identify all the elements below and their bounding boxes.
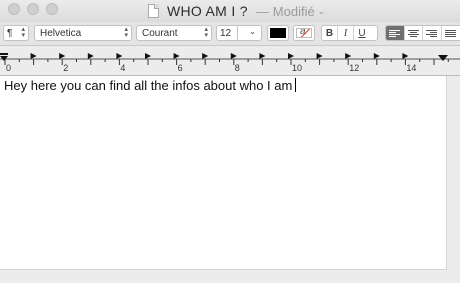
text-color-swatch <box>270 28 286 38</box>
document-text: Hey here you can find all the infos abou… <box>4 78 293 93</box>
text-format-group: B I U <box>321 25 378 41</box>
ruler-label: 12 <box>349 63 359 73</box>
first-line-indent-marker <box>0 53 8 55</box>
bold-button[interactable]: B <box>322 26 338 40</box>
zoom-window-button[interactable] <box>46 3 58 15</box>
ruler-label: 14 <box>406 63 416 73</box>
updown-arrows-icon: ▴ ▾ <box>204 26 208 39</box>
window-title: WHO AM I ? <box>167 3 248 19</box>
paragraph-style-popup[interactable]: ¶ ▴ ▾ <box>3 25 29 41</box>
alignment-group <box>385 25 460 41</box>
updown-arrows-icon: ▴ ▾ <box>124 26 128 39</box>
document-status: Modifié <box>272 3 315 19</box>
font-family-popup[interactable]: Helvetica ▴ ▾ <box>34 25 132 41</box>
close-window-button[interactable] <box>8 3 20 15</box>
tab-stop-marker <box>202 53 209 59</box>
chevron-down-icon[interactable]: ⌄ <box>318 6 326 17</box>
align-center-icon <box>407 29 419 37</box>
tab-stop-marker <box>288 53 294 59</box>
tab-stop-marker <box>373 53 380 59</box>
divider <box>237 26 238 40</box>
font-style-popup[interactable]: Courant ▴ ▾ <box>136 25 212 41</box>
no-color-swatch: a <box>296 28 312 38</box>
text-caret <box>295 78 297 92</box>
tab-stop-marker <box>30 53 37 59</box>
background-color-well[interactable]: a <box>293 25 315 41</box>
font-size-combo[interactable]: 12 ⌄ <box>216 25 262 41</box>
tab-stop-marker <box>87 53 94 59</box>
ruler-label: 6 <box>178 63 183 73</box>
paragraph-style-icon: ¶ <box>7 27 13 39</box>
font-family-value: Helvetica <box>40 27 82 39</box>
align-right-button[interactable] <box>423 26 442 40</box>
italic-button[interactable]: I <box>338 26 354 40</box>
format-toolbar: ¶ ▴ ▾ Helvetica ▴ ▾ Courant ▴ ▾ 12 ⌄ a B I … <box>0 22 460 46</box>
title-separator: — <box>255 3 269 19</box>
tab-stop-marker <box>116 53 123 59</box>
ruler-label: 10 <box>292 63 302 73</box>
minimize-window-button[interactable] <box>27 3 39 15</box>
underline-button[interactable]: U <box>354 26 370 40</box>
align-left-icon <box>389 29 401 37</box>
ruler-label: 0 <box>6 63 11 73</box>
justify-icon <box>445 29 457 37</box>
tab-stop-marker <box>173 53 180 59</box>
ruler-scale[interactable]: 0 2 4 6 8 10 12 14 <box>0 46 460 76</box>
updown-arrows-icon: ▴ ▾ <box>21 26 25 39</box>
align-left-button[interactable] <box>386 26 405 40</box>
document-text-area[interactable]: Hey here you can find all the infos abou… <box>0 76 447 270</box>
tab-stop-marker <box>230 53 237 59</box>
font-style-value: Courant <box>142 27 178 39</box>
window-title-group[interactable]: WHO AM I ? — Modifié ⌄ <box>148 2 325 20</box>
document-text-line[interactable]: Hey here you can find all the infos abou… <box>4 78 297 93</box>
tab-stop-marker <box>145 53 151 59</box>
ruler[interactable]: 0 2 4 6 8 10 12 14 <box>0 46 460 76</box>
ruler-label: 8 <box>235 63 240 73</box>
align-center-button[interactable] <box>405 26 423 40</box>
tab-stop-marker <box>345 53 352 59</box>
tab-stop-marker <box>316 53 323 59</box>
font-size-value[interactable]: 12 <box>220 28 238 39</box>
document-icon <box>148 4 159 18</box>
right-margin-marker <box>438 55 448 61</box>
tab-stop-marker <box>259 53 266 59</box>
chevron-down-icon[interactable]: ⌄ <box>249 27 256 36</box>
ruler-label: 2 <box>63 63 68 73</box>
tab-stop-marker <box>402 53 409 59</box>
title-bar: WHO AM I ? — Modifié ⌄ <box>0 0 460 22</box>
tab-stop-marker <box>59 53 66 59</box>
ruler-label: 4 <box>120 63 125 73</box>
align-right-icon <box>426 29 438 37</box>
justify-button[interactable] <box>442 26 460 40</box>
text-color-well[interactable] <box>267 25 289 41</box>
